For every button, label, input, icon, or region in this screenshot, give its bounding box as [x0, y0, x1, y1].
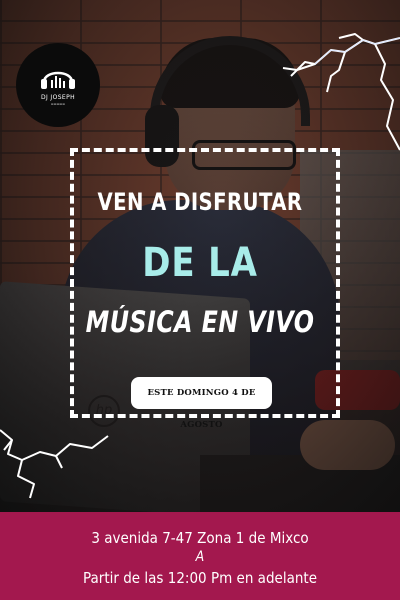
dj-logo: DJ JOSEPH ▬▬▬▬▬	[16, 43, 100, 127]
headline-line-2: DE LA	[142, 240, 258, 286]
logo-tagline-mark: ▬▬▬▬▬	[50, 102, 66, 106]
event-date-badge: ESTE DOMINGO 4 DE AGOSTO	[131, 377, 272, 430]
lightning-bottom-left-icon	[0, 429, 109, 499]
headline-line-1: VEN A DISFRUTAR	[97, 188, 303, 216]
event-time: Partir de las 12:00 Pm en adelante	[82, 569, 318, 587]
event-poster: hp	[0, 0, 400, 600]
headphones-equalizer-icon	[41, 71, 75, 89]
headline-line-3: MÚSICA EN VIVO	[85, 305, 315, 339]
event-address: 3 avenida 7-47 Zona 1 de Mixco	[91, 529, 309, 547]
logo-brand-text: DJ JOSEPH	[40, 94, 76, 101]
address-connector: A	[195, 549, 205, 565]
